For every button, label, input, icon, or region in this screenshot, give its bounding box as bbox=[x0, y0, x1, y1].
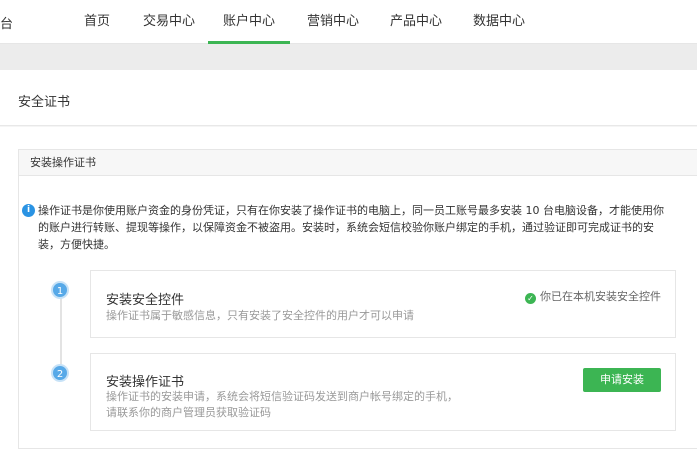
step-connector bbox=[60, 292, 62, 367]
page-header: 安全证书 bbox=[0, 70, 697, 126]
install-status-text: 你已在本机安装安全控件 bbox=[540, 290, 661, 303]
notice-text: 操作证书是你使用账户资金的身份凭证，只有在你安装了操作证书的电脑上，同一员工账号… bbox=[38, 204, 664, 251]
step-number-1: 1 bbox=[51, 281, 69, 299]
install-cert-card: 安装操作证书 i 操作证书是你使用账户资金的身份凭证，只有在你安装了操作证书的电… bbox=[18, 149, 697, 449]
check-circle-icon: ✓ bbox=[525, 293, 536, 304]
nav-item-home[interactable]: 首页 bbox=[84, 0, 110, 44]
nav-item-account[interactable]: 账户中心 bbox=[208, 0, 290, 44]
step-install-control: 安装安全控件 操作证书属于敏感信息，只有安装了安全控件的用户才可以申请 ✓ 你已在… bbox=[90, 270, 676, 338]
apply-install-button[interactable]: 申请安装 bbox=[583, 368, 661, 392]
spacer-band bbox=[0, 44, 697, 70]
top-nav: 台 首页 交易中心 账户中心 营销中心 产品中心 数据中心 bbox=[0, 0, 697, 44]
page-title: 安全证书 bbox=[18, 95, 71, 110]
step-title: 安装安全控件 bbox=[106, 293, 185, 308]
nav-item-marketing[interactable]: 营销中心 bbox=[307, 0, 359, 44]
step-number-2: 2 bbox=[51, 364, 69, 382]
install-status: ✓ 你已在本机安装安全控件 bbox=[525, 288, 661, 304]
brand-title-fragment: 台 bbox=[0, 17, 14, 32]
nav-item-data[interactable]: 数据中心 bbox=[473, 0, 525, 44]
step-desc-line-1: 操作证书的安装申请，系统会将短信验证码发送到商户帐号绑定的手机， bbox=[106, 390, 458, 403]
step-desc-line-2: 请联系你的商户管理员获取验证码 bbox=[106, 406, 271, 419]
nav-item-trade[interactable]: 交易中心 bbox=[143, 0, 195, 44]
nav-item-products[interactable]: 产品中心 bbox=[390, 0, 442, 44]
card-header: 安装操作证书 bbox=[19, 150, 697, 176]
step-title: 安装操作证书 bbox=[106, 375, 185, 390]
step-desc: 操作证书属于敏感信息，只有安装了安全控件的用户才可以申请 bbox=[106, 309, 414, 322]
step-install-cert: 安装操作证书 操作证书的安装申请，系统会将短信验证码发送到商户帐号绑定的手机， … bbox=[90, 353, 676, 431]
info-icon: i bbox=[22, 204, 35, 217]
